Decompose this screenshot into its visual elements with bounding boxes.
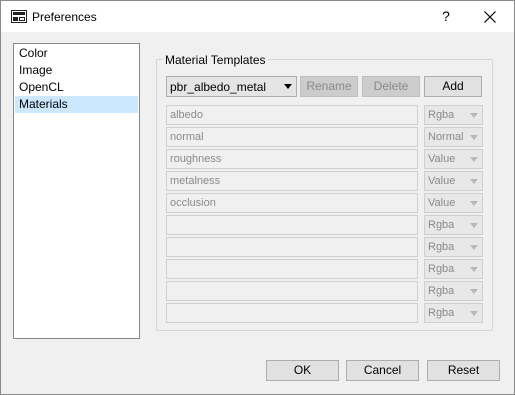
channel-name-field[interactable] (166, 259, 418, 279)
template-select-value: pbr_albedo_metal (170, 80, 267, 94)
chevron-down-icon (470, 245, 478, 250)
channel-type-select[interactable]: Rgba (424, 259, 483, 279)
ok-button[interactable]: OK (266, 360, 339, 381)
chevron-down-icon (470, 267, 478, 272)
title-bar: Preferences ? (1, 1, 514, 32)
add-button[interactable]: Add (424, 76, 482, 97)
category-item-materials[interactable]: Materials (15, 96, 138, 113)
channel-name-field[interactable] (166, 237, 418, 257)
channel-name-field[interactable] (166, 303, 418, 323)
chevron-down-icon (470, 113, 478, 118)
channel-type-select[interactable]: Value (424, 193, 483, 213)
channel-name-field[interactable] (166, 281, 418, 301)
channel-type-value: Rgba (428, 241, 455, 253)
channel-type-value: Value (428, 175, 456, 187)
channel-name-field[interactable]: roughness (166, 149, 418, 169)
channel-type-select[interactable]: Rgba (424, 281, 483, 301)
channel-type-value: Normal (428, 131, 464, 143)
channel-type-select[interactable]: Rgba (424, 105, 483, 125)
channel-type-select[interactable]: Rgba (424, 215, 483, 235)
channel-type-select[interactable]: Rgba (424, 237, 483, 257)
channel-type-value: Rgba (428, 307, 455, 319)
channel-name-field[interactable]: occlusion (166, 193, 418, 213)
channel-type-value: Value (428, 197, 456, 209)
channel-type-select[interactable]: Normal (424, 127, 483, 147)
channel-type-value: Rgba (428, 263, 455, 275)
channel-type-value: Rgba (428, 109, 455, 121)
category-list[interactable]: Color Image OpenCL Materials (13, 43, 140, 339)
chevron-down-icon (284, 84, 292, 89)
channel-name-field[interactable]: albedo (166, 105, 418, 125)
channel-name-field[interactable]: metalness (166, 171, 418, 191)
chevron-down-icon (470, 223, 478, 228)
channel-type-select[interactable]: Value (424, 149, 483, 169)
chevron-down-icon (470, 157, 478, 162)
window-title: Preferences (32, 10, 97, 24)
chevron-down-icon (470, 135, 478, 140)
material-templates-title: Material Templates (163, 53, 268, 67)
category-item-opencl[interactable]: OpenCL (15, 79, 138, 96)
cancel-button[interactable]: Cancel (346, 360, 419, 381)
category-item-image[interactable]: Image (15, 62, 138, 79)
delete-button[interactable]: Delete (362, 76, 420, 97)
chevron-down-icon (470, 289, 478, 294)
template-select[interactable]: pbr_albedo_metal (166, 76, 297, 97)
window-app-icon (11, 10, 27, 23)
close-button[interactable] (467, 1, 513, 32)
chevron-down-icon (470, 201, 478, 206)
channel-type-select[interactable]: Rgba (424, 303, 483, 323)
chevron-down-icon (470, 179, 478, 184)
chevron-down-icon (470, 311, 478, 316)
reset-button[interactable]: Reset (427, 360, 500, 381)
channel-type-select[interactable]: Value (424, 171, 483, 191)
channel-name-field[interactable] (166, 215, 418, 235)
channel-type-value: Rgba (428, 219, 455, 231)
category-item-color[interactable]: Color (15, 45, 138, 62)
channel-name-field[interactable]: normal (166, 127, 418, 147)
channel-type-value: Value (428, 153, 456, 165)
channel-type-value: Rgba (428, 285, 455, 297)
close-icon (484, 11, 496, 23)
rename-button[interactable]: Rename (300, 76, 358, 97)
help-button[interactable]: ? (431, 1, 461, 32)
